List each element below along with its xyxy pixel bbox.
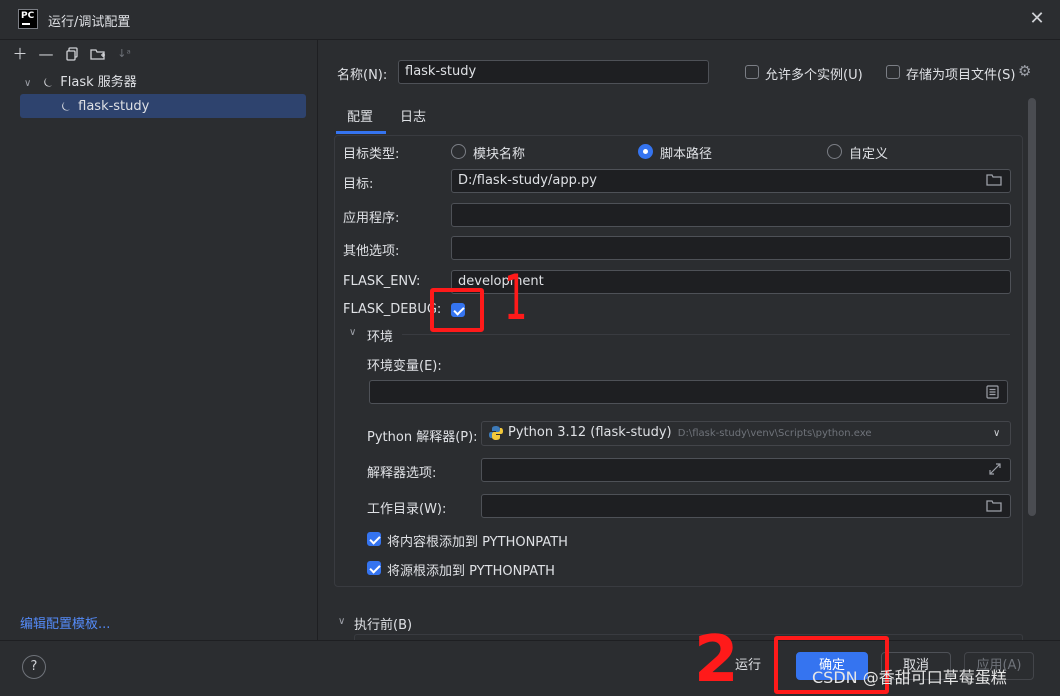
before-launch-title: 执行前(B) <box>354 618 413 633</box>
store-as-file-checkbox[interactable] <box>886 65 900 79</box>
active-tab-indicator <box>336 131 386 134</box>
edit-configuration-templates-link[interactable]: 编辑配置模板... <box>20 613 110 632</box>
flask-icon: ⏾ <box>61 99 71 113</box>
store-as-file-label: 存储为项目文件(S) <box>906 68 1016 83</box>
expand-icon[interactable] <box>988 462 1002 479</box>
name-label: 名称(N): <box>337 68 388 83</box>
radio-script-path[interactable] <box>638 144 653 159</box>
name-field[interactable]: flask-study <box>398 60 709 84</box>
annotation-number-1: 1 <box>503 261 528 334</box>
chevron-down-icon[interactable]: ∨ <box>993 428 1000 439</box>
add-source-roots-checkbox[interactable] <box>367 561 381 575</box>
target-field[interactable]: D:/flask-study/app.py <box>451 169 1011 193</box>
interpreter-path: D:\flask-study\venv\Scripts\python.exe <box>677 428 872 439</box>
interpreter-select[interactable]: Python 3.12 (flask-study) D:\flask-study… <box>481 421 1011 446</box>
interpreter-name: Python 3.12 (flask-study) <box>508 425 672 440</box>
interpreter-options-label: 解释器选项: <box>367 466 437 481</box>
add-content-roots-checkbox[interactable] <box>367 532 381 546</box>
plus-icon[interactable]: ＋ <box>10 44 30 64</box>
close-icon[interactable]: ✕ <box>1026 8 1048 30</box>
chevron-down-icon[interactable]: ∨ <box>349 327 356 338</box>
flask-env-field[interactable]: development <box>451 270 1011 294</box>
application-field[interactable] <box>451 203 1011 227</box>
configuration-tree-panel: ＋ — ↓ᵃ ∨ ⏾ Flask 服务器 ⏾ flask-study 编辑配置模… <box>0 40 318 640</box>
tree-item-label: flask-study <box>78 99 150 114</box>
radio-custom-label: 自定义 <box>849 147 889 162</box>
list-edit-icon[interactable] <box>986 385 999 402</box>
tree-group-flask[interactable]: ∨ ⏾ Flask 服务器 <box>20 70 306 94</box>
radio-module-name[interactable] <box>451 144 466 159</box>
vertical-scrollbar[interactable] <box>1028 98 1036 516</box>
env-vars-field[interactable] <box>369 380 1008 404</box>
minus-icon[interactable]: — <box>36 44 56 64</box>
tab-configuration[interactable]: 配置 <box>347 106 373 125</box>
help-button[interactable]: ? <box>22 655 46 679</box>
working-directory-field[interactable] <box>481 494 1011 518</box>
other-options-field[interactable] <box>451 236 1011 260</box>
allow-multiple-label: 允许多个实例(U) <box>765 68 863 83</box>
interpreter-options-field[interactable] <box>481 458 1011 482</box>
flask-icon: ⏾ <box>43 75 53 89</box>
radio-module-name-label: 模块名称 <box>473 147 526 162</box>
watermark: CSDN @香甜可口草莓蛋糕 <box>812 668 1007 687</box>
interpreter-label: Python 解释器(P): <box>367 430 478 445</box>
python-icon <box>488 425 504 445</box>
pycharm-app-icon: PC <box>18 9 38 29</box>
environment-section-title: 环境 <box>367 330 394 345</box>
tree-item-flask-study[interactable]: ⏾ flask-study <box>20 94 306 118</box>
allow-multiple-checkbox[interactable] <box>745 65 759 79</box>
add-source-roots-label: 将源根添加到 PYTHONPATH <box>387 564 555 579</box>
chevron-down-icon[interactable]: ∨ <box>338 616 345 627</box>
target-type-label: 目标类型: <box>343 147 400 162</box>
flask-debug-label: FLASK_DEBUG: <box>343 302 442 317</box>
working-directory-label: 工作目录(W): <box>367 502 447 517</box>
env-vars-label: 环境变量(E): <box>367 359 442 374</box>
tree-group-label: Flask 服务器 <box>60 75 137 90</box>
folder-add-icon[interactable] <box>88 44 108 64</box>
tab-logs[interactable]: 日志 <box>400 106 426 125</box>
target-label: 目标: <box>343 177 374 192</box>
gear-icon[interactable]: ⚙ <box>1018 62 1031 80</box>
add-content-roots-label: 将内容根添加到 PYTHONPATH <box>387 535 568 550</box>
annotation-box-flask-debug <box>430 288 484 332</box>
other-options-label: 其他选项: <box>343 244 400 259</box>
section-divider <box>402 334 1010 335</box>
annotation-number-2: 2 <box>694 623 739 696</box>
flask-env-label: FLASK_ENV: <box>343 274 421 289</box>
radio-custom[interactable] <box>827 144 842 159</box>
folder-icon[interactable] <box>986 499 1002 515</box>
application-label: 应用程序: <box>343 211 400 226</box>
chevron-down-icon[interactable]: ∨ <box>24 72 36 96</box>
window-title: 运行/调试配置 <box>48 15 131 30</box>
title-bar: PC 运行/调试配置 ✕ <box>0 0 1060 40</box>
sort-icon[interactable]: ↓ᵃ <box>114 44 134 64</box>
folder-icon[interactable] <box>986 173 1002 189</box>
radio-script-path-label: 脚本路径 <box>660 147 713 162</box>
copy-icon[interactable] <box>62 44 82 64</box>
